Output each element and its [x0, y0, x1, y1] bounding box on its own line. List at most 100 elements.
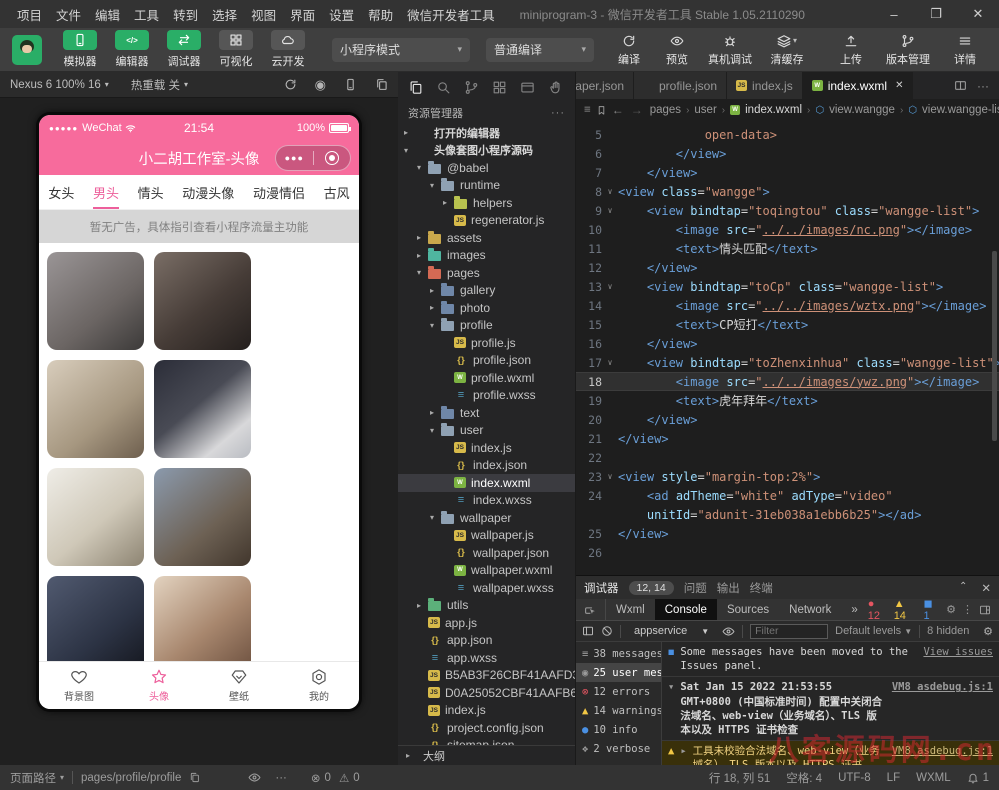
crumb-user[interactable]: user — [694, 104, 716, 116]
tab-problems[interactable]: 问题 — [684, 580, 707, 596]
code-line[interactable]: 20 </view> — [576, 410, 999, 429]
code-line[interactable]: 19 <text>虎年拜年</text> — [576, 391, 999, 410]
tree-row[interactable]: wallpaper.json — [398, 544, 575, 562]
search-icon[interactable] — [436, 80, 451, 95]
menu-item[interactable]: 项目 — [10, 5, 49, 24]
avatar-photo[interactable] — [154, 576, 251, 661]
tree-row[interactable]: ▾ runtime — [398, 177, 575, 195]
problems-indicator[interactable]: ⊗ 0 ⚠ 0 — [311, 771, 360, 785]
menu-item[interactable]: 微信开发者工具 — [400, 5, 502, 24]
notifications-bell[interactable]: 1 — [967, 772, 989, 784]
category-tab[interactable]: 女头 — [48, 176, 74, 209]
menu-item[interactable]: 界面 — [283, 5, 322, 24]
user-avatar[interactable] — [12, 34, 42, 65]
menu-item[interactable]: 设置 — [322, 5, 361, 24]
details-button[interactable]: 详情 — [939, 33, 991, 67]
menu-item[interactable]: 编辑 — [88, 5, 127, 24]
view-issues-link[interactable]: View issues — [923, 645, 993, 673]
editor-scrollbar[interactable] — [992, 251, 997, 441]
debugger-button[interactable]: 调试器 — [160, 30, 208, 69]
nav-back-icon[interactable]: ← — [612, 103, 624, 117]
context-select[interactable]: appservice ▼ — [628, 624, 715, 638]
avatar-photo[interactable] — [47, 360, 144, 458]
tree-row[interactable]: app.json — [398, 632, 575, 650]
filter-input[interactable] — [750, 623, 829, 639]
tree-row[interactable]: ▸ assets — [398, 229, 575, 247]
more-actions-icon[interactable]: ··· — [977, 79, 989, 93]
filter-warnings[interactable]: ▲ 14 warnings — [576, 701, 661, 720]
crumb-file[interactable]: index.wxml — [745, 104, 802, 116]
levels-select[interactable]: Default levels ▼ — [835, 625, 912, 637]
avatar-photo[interactable] — [47, 252, 144, 350]
upload-button[interactable]: 上传 — [825, 33, 877, 67]
more-tabs-icon[interactable]: » — [841, 599, 867, 620]
code-line[interactable]: 16 </view> — [576, 334, 999, 353]
tab-console[interactable]: Console — [654, 599, 717, 620]
tab-network[interactable]: Network — [779, 599, 841, 620]
fold-icon[interactable]: ∨ — [602, 187, 618, 196]
tab-output[interactable]: 输出 — [717, 580, 740, 596]
device-select[interactable]: Nexus 6 100% 16 ▾ — [10, 79, 109, 91]
tabbar-avatar[interactable]: 头像 — [119, 662, 199, 709]
files-icon[interactable] — [408, 80, 423, 95]
code-line[interactable]: 24 <ad adTheme="white" adType="video" — [576, 486, 999, 505]
eol-setting[interactable]: LF — [887, 772, 900, 784]
tree-row[interactable]: app.wxss — [398, 649, 575, 667]
tab-wxml[interactable]: Wxml — [606, 599, 655, 620]
outline-section[interactable]: ▸ 大纲 — [398, 745, 575, 765]
language-mode[interactable]: WXML — [916, 772, 951, 784]
indent-setting[interactable]: 空格: 4 — [786, 770, 822, 786]
code-line[interactable]: 5 open-data> — [576, 125, 999, 144]
eye-icon[interactable] — [248, 771, 261, 784]
hot-reload-select[interactable]: 热重载 关 ▾ — [131, 77, 188, 93]
avatar-photo[interactable] — [47, 576, 144, 661]
gear-icon[interactable]: ⚙ — [983, 625, 993, 638]
category-tab[interactable]: 动漫情侣 — [253, 176, 305, 209]
windows-icon[interactable] — [375, 78, 388, 91]
source-link[interactable]: VM8 asdebug.js:1 — [892, 680, 993, 737]
visualization-button[interactable]: 可视化 — [212, 30, 260, 69]
source-link[interactable]: VM8 asdebug.js:1 — [892, 744, 993, 765]
fold-icon[interactable]: ∨ — [602, 358, 618, 367]
tree-row[interactable]: ▾ wallpaper — [398, 509, 575, 527]
mode-select[interactable]: 小程序模式 ▾ — [332, 37, 470, 62]
eye-icon[interactable] — [722, 625, 735, 638]
source-control-icon[interactable] — [464, 80, 479, 95]
gear-icon[interactable]: ⚙ — [946, 603, 956, 616]
sidebar-toggle-icon[interactable] — [582, 625, 594, 637]
code-line[interactable]: 14 <image src="../../images/wztx.png"></… — [576, 296, 999, 315]
avatar-photo[interactable] — [154, 468, 251, 566]
menu-item[interactable]: 转到 — [166, 5, 205, 24]
tree-row[interactable]: ▸ images — [398, 247, 575, 265]
tree-row[interactable]: ▾ 头像套图小程序源码 — [398, 142, 575, 160]
inspect-icon[interactable] — [584, 603, 597, 616]
editor-button[interactable]: </> 编辑器 — [108, 30, 156, 69]
category-tab[interactable]: 情头 — [138, 176, 164, 209]
category-tab[interactable]: 古风 — [324, 176, 350, 209]
fold-icon[interactable]: ∨ — [602, 282, 618, 291]
bookmark-icon[interactable] — [596, 105, 607, 116]
simulator-button[interactable]: 模拟器 — [56, 30, 104, 69]
kebab-menu-icon[interactable]: ⋮ — [962, 603, 973, 616]
filter-all-messages[interactable]: ≡ 38 messages — [576, 644, 661, 663]
fold-icon[interactable]: ∨ — [602, 472, 618, 481]
encoding-setting[interactable]: UTF-8 — [838, 772, 871, 784]
code-line[interactable]: 18 <image src="../../images/ywz.png"></i… — [576, 372, 999, 391]
tree-row[interactable]: ▸ gallery — [398, 282, 575, 300]
filter-verbose[interactable]: ❖ 2 verbose — [576, 739, 661, 758]
tree-row[interactable]: profile.wxss — [398, 387, 575, 405]
code-line[interactable]: 7 </view> — [576, 163, 999, 182]
tree-row[interactable]: ▾ user — [398, 422, 575, 440]
close-button[interactable]: ✕ — [957, 0, 999, 28]
record-icon[interactable]: ◉ — [315, 77, 326, 93]
code-line[interactable]: 8 ∨ <view class="wangge"> — [576, 182, 999, 201]
hand-icon[interactable] — [548, 80, 563, 95]
menu-item[interactable]: 帮助 — [361, 5, 400, 24]
crumb-element-1[interactable]: view.wangge — [829, 104, 895, 116]
nav-forward-icon[interactable]: → — [631, 103, 643, 117]
code-line[interactable]: 6 </view> — [576, 144, 999, 163]
filter-info[interactable]: ● 10 info — [576, 720, 661, 739]
compile-button[interactable]: 编译 — [606, 33, 652, 67]
filter-errors[interactable]: ⊗ 12 errors — [576, 682, 661, 701]
tree-row[interactable]: ▾ profile — [398, 317, 575, 335]
